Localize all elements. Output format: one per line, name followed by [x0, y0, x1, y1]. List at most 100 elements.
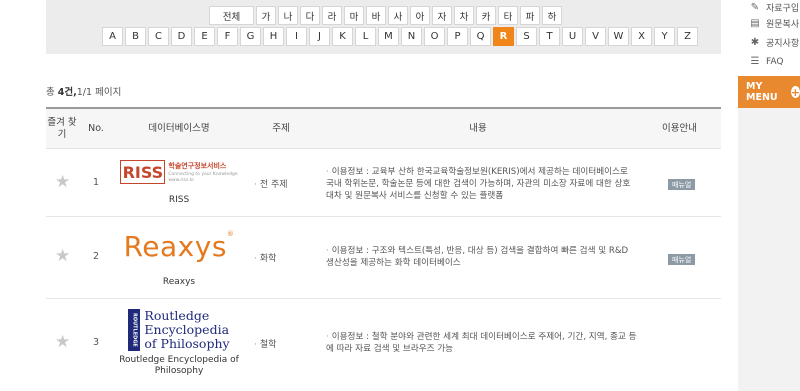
initial-filter-panel: 전체 가 나 다 라 마 바 사 아 자 차 카 타 파 하 A B C D E…: [46, 0, 721, 54]
filter-button[interactable]: J: [309, 27, 330, 46]
header-favorite: 즐겨 찾기: [47, 117, 77, 140]
count-unit: 건,: [64, 87, 77, 98]
filter-button[interactable]: Q: [470, 27, 491, 46]
filter-button-active[interactable]: R: [493, 27, 514, 46]
filter-button[interactable]: W: [608, 27, 629, 46]
riss-logo-tagline: Connecting to your Knowledge: [168, 172, 238, 177]
quick-menu-sidebar: ✎ 자료구입 ▤ 원문복사 ✱ 공지사항 ☰ FAQ MY MENU +: [738, 0, 800, 391]
filter-button[interactable]: M: [378, 27, 399, 46]
filter-button[interactable]: P: [447, 27, 468, 46]
table-header: 즐겨 찾기 No. 데이터베이스명 주제 내용 이용안내: [46, 109, 721, 149]
filter-button[interactable]: 나: [278, 6, 298, 25]
database-table: 즐겨 찾기 No. 데이터베이스명 주제 내용 이용안내 ★ 1 RISS 학술…: [46, 107, 721, 389]
quick-menu-list: ✎ 자료구입 ▤ 원문복사 ✱ 공지사항 ☰ FAQ: [750, 0, 799, 71]
row-number: 1: [92, 177, 100, 188]
table-row: ★ 1 RISS 학술연구정보서비스 Connecting to your Kn…: [46, 149, 721, 217]
filter-button[interactable]: 파: [520, 6, 540, 25]
reaxys-logo[interactable]: Reaxys®: [114, 230, 244, 263]
star-icon[interactable]: ★: [55, 172, 70, 192]
filter-button[interactable]: I: [286, 27, 307, 46]
riss-logo-url: www.riss.kr: [168, 178, 195, 183]
filter-button[interactable]: O: [424, 27, 445, 46]
filter-button[interactable]: H: [263, 27, 284, 46]
header-description: 내용: [469, 123, 487, 134]
routledge-logo-line: Routledge: [144, 308, 210, 323]
row-number: 2: [92, 251, 100, 262]
filter-button[interactable]: 다: [300, 6, 320, 25]
filter-button[interactable]: E: [194, 27, 215, 46]
filter-button[interactable]: C: [148, 27, 169, 46]
filter-button[interactable]: 카: [476, 6, 496, 25]
count-prefix: 총: [46, 87, 55, 98]
filter-button[interactable]: U: [562, 27, 583, 46]
filter-button[interactable]: 차: [454, 6, 474, 25]
quick-menu-purchase[interactable]: ✎ 자료구입: [750, 0, 799, 14]
database-name-link[interactable]: Routledge Encyclopedia of Philosophy: [114, 355, 244, 377]
row-number: 3: [92, 337, 100, 348]
quick-menu-label: FAQ: [766, 56, 784, 67]
filter-button[interactable]: D: [171, 27, 192, 46]
filter-button[interactable]: 자: [432, 6, 452, 25]
star-icon[interactable]: ★: [55, 246, 70, 266]
english-initial-filter: A B C D E F G H I J K L M N O P Q R S T …: [102, 27, 698, 46]
riss-logo-mark: RISS: [120, 160, 166, 184]
header-guide: 이용안내: [662, 123, 697, 134]
result-count: 총 4건,1/1 페이지: [46, 84, 121, 98]
my-menu-button[interactable]: MY MENU +: [738, 76, 800, 108]
filter-button[interactable]: 가: [256, 6, 276, 25]
quick-menu-label: 원문복사: [766, 20, 800, 30]
riss-logo[interactable]: RISS 학술연구정보서비스 Connecting to your Knowle…: [114, 160, 244, 184]
filter-button[interactable]: A: [102, 27, 123, 46]
routledge-logo-line: Encyclopedia: [144, 322, 230, 337]
plus-icon: +: [790, 85, 800, 99]
filter-button[interactable]: K: [332, 27, 353, 46]
filter-button[interactable]: Z: [677, 27, 698, 46]
routledge-logo[interactable]: ROUTLEDGE Routledge Encyclopedia of Phil…: [114, 309, 244, 351]
quick-menu-notice[interactable]: ✱ 공지사항: [750, 33, 799, 52]
subject: 화학: [254, 251, 277, 264]
filter-all-button[interactable]: 전체: [209, 6, 254, 25]
filter-button[interactable]: N: [401, 27, 422, 46]
database-name-link[interactable]: Reaxys: [114, 277, 244, 288]
filter-button[interactable]: X: [631, 27, 652, 46]
my-menu-label: MY MENU: [746, 81, 778, 103]
filter-button[interactable]: S: [516, 27, 537, 46]
filter-button[interactable]: 마: [344, 6, 364, 25]
manual-button[interactable]: 매뉴얼: [668, 179, 696, 190]
star-icon[interactable]: ★: [55, 332, 70, 352]
reaxys-logo-text: Reaxys: [123, 230, 227, 263]
filter-button[interactable]: V: [585, 27, 606, 46]
table-row: ★ 2 Reaxys® Reaxys 화학 이용정보 : 구조와 텍스트(특성,…: [46, 217, 721, 299]
subject: 철학: [254, 337, 277, 350]
quick-menu-faq[interactable]: ☰ FAQ: [750, 52, 799, 71]
pencil-icon: ✎: [750, 1, 760, 13]
filter-button[interactable]: 바: [366, 6, 386, 25]
filter-button[interactable]: F: [217, 27, 238, 46]
page-indicator: 1/1: [76, 87, 93, 98]
quick-menu-label: 자료구입: [766, 3, 800, 14]
description: 이용정보 : 교육부 산하 한국교육학술정보원(KERIS)에서 제공하는 데이…: [326, 166, 638, 202]
routledge-logo-line: of Philosophy: [144, 336, 230, 351]
quick-menu-label: 공지사항: [766, 39, 800, 49]
filter-button[interactable]: 아: [410, 6, 430, 25]
korean-initial-filter: 전체 가 나 다 라 마 바 사 아 자 차 카 타 파 하: [209, 6, 562, 25]
filter-button[interactable]: G: [240, 27, 261, 46]
filter-button[interactable]: T: [539, 27, 560, 46]
filter-button[interactable]: B: [125, 27, 146, 46]
filter-button[interactable]: L: [355, 27, 376, 46]
filter-button[interactable]: 라: [322, 6, 342, 25]
table-row: ★ 3 ROUTLEDGE Routledge Encyclopedia of …: [46, 299, 721, 389]
description: 이용정보 : 철학 분야와 관련한 세계 최대 데이터베이스로 주제어, 기간,…: [326, 331, 638, 355]
filter-button[interactable]: 하: [542, 6, 562, 25]
filter-button[interactable]: 타: [498, 6, 518, 25]
header-number: No.: [88, 123, 104, 134]
manual-button[interactable]: 매뉴얼: [668, 254, 696, 265]
quick-menu-copy[interactable]: ▤ 원문복사: [750, 14, 799, 33]
filter-button[interactable]: 사: [388, 6, 408, 25]
reaxys-logo-mark: ®: [226, 230, 235, 238]
database-name-link[interactable]: RISS: [114, 195, 244, 206]
routledge-logo-bar: ROUTLEDGE: [128, 309, 141, 351]
filter-button[interactable]: Y: [654, 27, 675, 46]
sidebar-background: [738, 108, 800, 391]
faq-icon: ☰: [750, 56, 760, 67]
